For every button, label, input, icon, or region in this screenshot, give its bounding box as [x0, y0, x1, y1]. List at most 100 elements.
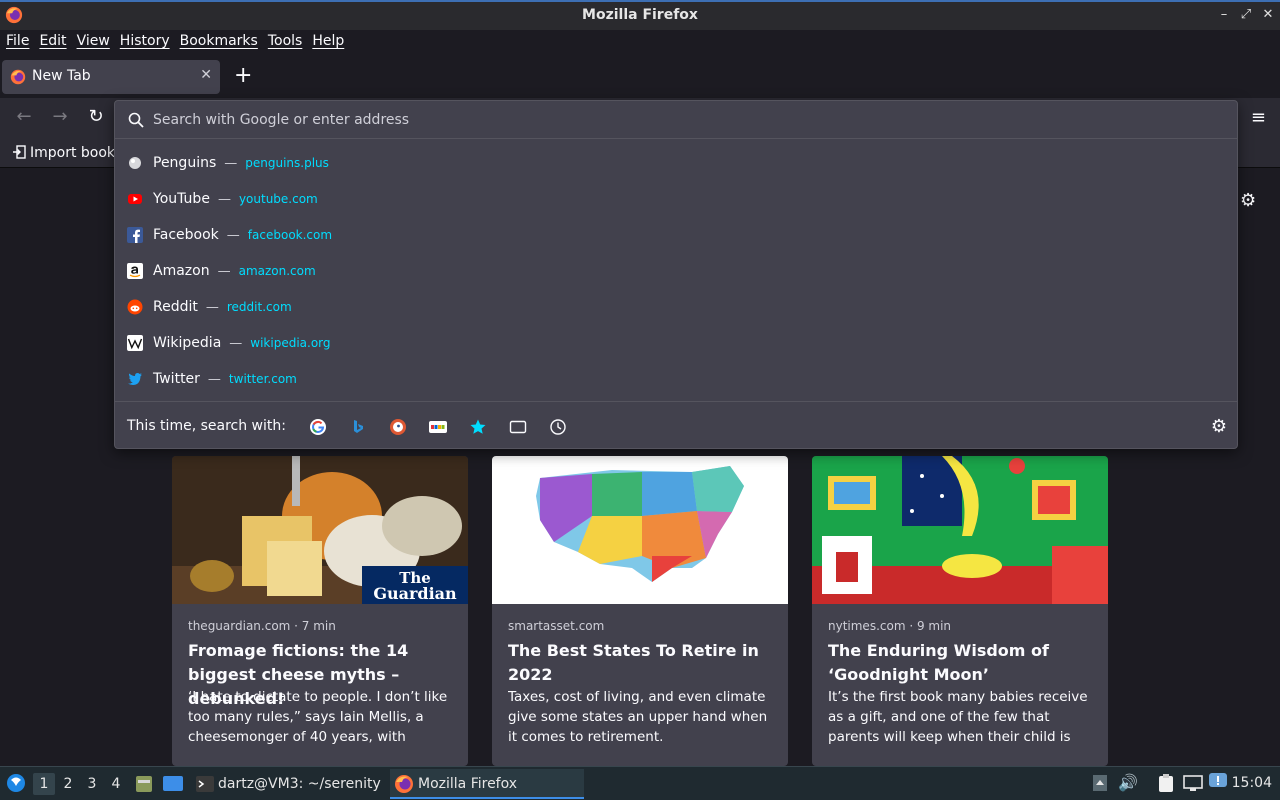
story-card-nytimes[interactable]: nytimes.com · 9 min The Enduring Wisdom … — [812, 456, 1108, 766]
separator-dash: — — [217, 263, 231, 279]
close-tab-icon[interactable]: ✕ — [200, 67, 212, 83]
reload-icon[interactable]: ↻ — [84, 106, 108, 127]
volume-icon[interactable]: 🔊 — [1118, 773, 1138, 792]
close-window-button[interactable]: ✕ — [1260, 7, 1276, 22]
history-clock-icon[interactable] — [549, 418, 567, 436]
google-icon[interactable] — [309, 418, 327, 436]
ebay-icon[interactable] — [429, 418, 447, 436]
suggestion-name: Facebook — [153, 227, 219, 243]
forward-arrow-icon[interactable]: → — [48, 106, 72, 127]
suggestion-name: Amazon — [153, 263, 210, 279]
terminal-icon — [196, 776, 214, 792]
import-bookmarks-button[interactable]: Import book — [12, 145, 115, 161]
app-menu-icon[interactable]: ≡ — [1251, 107, 1266, 128]
menu-help[interactable]: Help — [312, 30, 344, 54]
import-icon — [13, 145, 26, 159]
story-card-guardian[interactable]: The Guardian theguardian.com · 7 min Fro… — [172, 456, 468, 766]
suggestion-twitter[interactable]: Twitter — twitter.com — [115, 361, 1237, 397]
story-card-smartasset[interactable]: smartasset.com The Best States To Retire… — [492, 456, 788, 766]
page-settings-gear-icon[interactable]: ⚙ — [1240, 190, 1256, 211]
suggestion-url: reddit.com — [226, 300, 292, 314]
bookmarks-star-icon[interactable] — [469, 418, 487, 436]
suggestion-list: Penguins — penguins.plus YouTube — youtu… — [115, 145, 1237, 397]
suggestion-wikipedia[interactable]: Wikipedia — wikipedia.org — [115, 325, 1237, 361]
task-label: Mozilla Firefox — [418, 776, 518, 792]
separator-dash: — — [207, 371, 221, 387]
notification-icon[interactable] — [1208, 772, 1228, 792]
suggestion-amazon[interactable]: Amazon — amazon.com — [115, 253, 1237, 289]
search-settings-gear-icon[interactable]: ⚙ — [1211, 416, 1227, 437]
penguins-icon — [129, 157, 141, 169]
task-firefox[interactable]: Mozilla Firefox — [390, 769, 584, 799]
twitter-icon — [128, 373, 142, 385]
menu-edit[interactable]: Edit — [39, 30, 66, 54]
workspace-3[interactable]: 3 — [81, 773, 103, 795]
window-title: Mozilla Firefox — [582, 7, 698, 23]
story-title: The Enduring Wisdom of ‘Goodnight Moon’ — [828, 641, 1049, 684]
bing-icon[interactable] — [349, 418, 367, 436]
import-bookmarks-label: Import book — [30, 145, 116, 161]
menu-history[interactable]: History — [120, 30, 170, 54]
suggestion-url: youtube.com — [238, 192, 318, 206]
workspace-1[interactable]: 1 — [33, 773, 55, 795]
tray-up-arrow-icon[interactable] — [1092, 774, 1108, 792]
menu-bookmarks[interactable]: Bookmarks — [180, 30, 258, 54]
suggestion-penguins[interactable]: Penguins — penguins.plus — [115, 145, 1237, 181]
duckduckgo-icon[interactable] — [389, 418, 407, 436]
menu-view[interactable]: View — [77, 30, 110, 54]
guardian-logo-line2: Guardian — [373, 584, 457, 603]
one-off-search-bar: This time, search with: ⚙ — [115, 401, 1237, 449]
workspace-4[interactable]: 4 — [105, 773, 127, 795]
new-tab-button[interactable]: + — [234, 63, 252, 89]
network-icon[interactable] — [1182, 773, 1204, 793]
firefox-favicon-icon — [10, 69, 26, 85]
clock: 15:04 — [1231, 775, 1272, 791]
tabs-icon[interactable] — [509, 418, 527, 436]
story-excerpt: ‘I hate to dictate to people. I don’t li… — [188, 689, 448, 745]
youtube-icon — [128, 194, 142, 204]
suggestion-url: wikipedia.org — [250, 336, 331, 350]
system-taskbar: 1 2 3 4 dartz@VM3: ~/serenity Mozilla Fi… — [0, 766, 1280, 800]
suggestion-reddit[interactable]: Reddit — reddit.com — [115, 289, 1237, 325]
tab-new-tab[interactable]: New Tab ✕ — [2, 60, 220, 94]
minimize-button[interactable]: – — [1216, 7, 1232, 22]
task-label: dartz@VM3: ~/serenity — [218, 776, 381, 792]
story-source: nytimes.com · 9 min — [828, 619, 952, 633]
suggestion-name: Twitter — [153, 371, 200, 387]
back-arrow-icon[interactable]: ← — [12, 106, 36, 127]
menu-file[interactable]: File — [6, 30, 29, 54]
clipboard-icon[interactable] — [1156, 773, 1176, 793]
firefox-task-icon — [395, 775, 413, 793]
start-menu-icon[interactable] — [6, 773, 26, 793]
reddit-icon — [127, 299, 143, 315]
url-search-input[interactable] — [153, 107, 1213, 133]
separator-dash: — — [217, 191, 231, 207]
workspace-2[interactable]: 2 — [57, 773, 79, 795]
facebook-icon — [127, 227, 143, 243]
story-source: smartasset.com — [508, 619, 605, 633]
amazon-icon — [127, 263, 143, 279]
suggestion-youtube[interactable]: YouTube — youtube.com — [115, 181, 1237, 217]
story-source: theguardian.com · 7 min — [188, 619, 336, 633]
separator-dash: — — [229, 335, 243, 351]
tab-label: New Tab — [32, 68, 91, 84]
story-title: The Best States To Retire in 2022 — [508, 641, 759, 684]
desktop-icon[interactable] — [162, 774, 184, 794]
us-map-image — [492, 456, 788, 604]
suggestion-name: Reddit — [153, 299, 198, 315]
suggestion-name: YouTube — [153, 191, 210, 207]
maximize-button[interactable]: ⤢ — [1238, 7, 1254, 22]
task-terminal[interactable]: dartz@VM3: ~/serenity — [192, 769, 382, 799]
tab-strip: New Tab ✕ + — [0, 54, 1280, 98]
title-bar: Mozilla Firefox – ⤢ ✕ — [0, 0, 1280, 30]
story-excerpt: It’s the first book many babies receive … — [828, 689, 1088, 745]
suggestion-url: penguins.plus — [245, 156, 329, 170]
menu-tools[interactable]: Tools — [268, 30, 303, 54]
suggestion-name: Penguins — [153, 155, 217, 171]
suggestion-name: Wikipedia — [153, 335, 222, 351]
suggestion-facebook[interactable]: Facebook — facebook.com — [115, 217, 1237, 253]
wikipedia-icon — [127, 335, 143, 351]
search-with-label: This time, search with: — [127, 418, 286, 434]
suggestion-url: amazon.com — [238, 264, 316, 278]
file-manager-icon[interactable] — [134, 774, 154, 794]
